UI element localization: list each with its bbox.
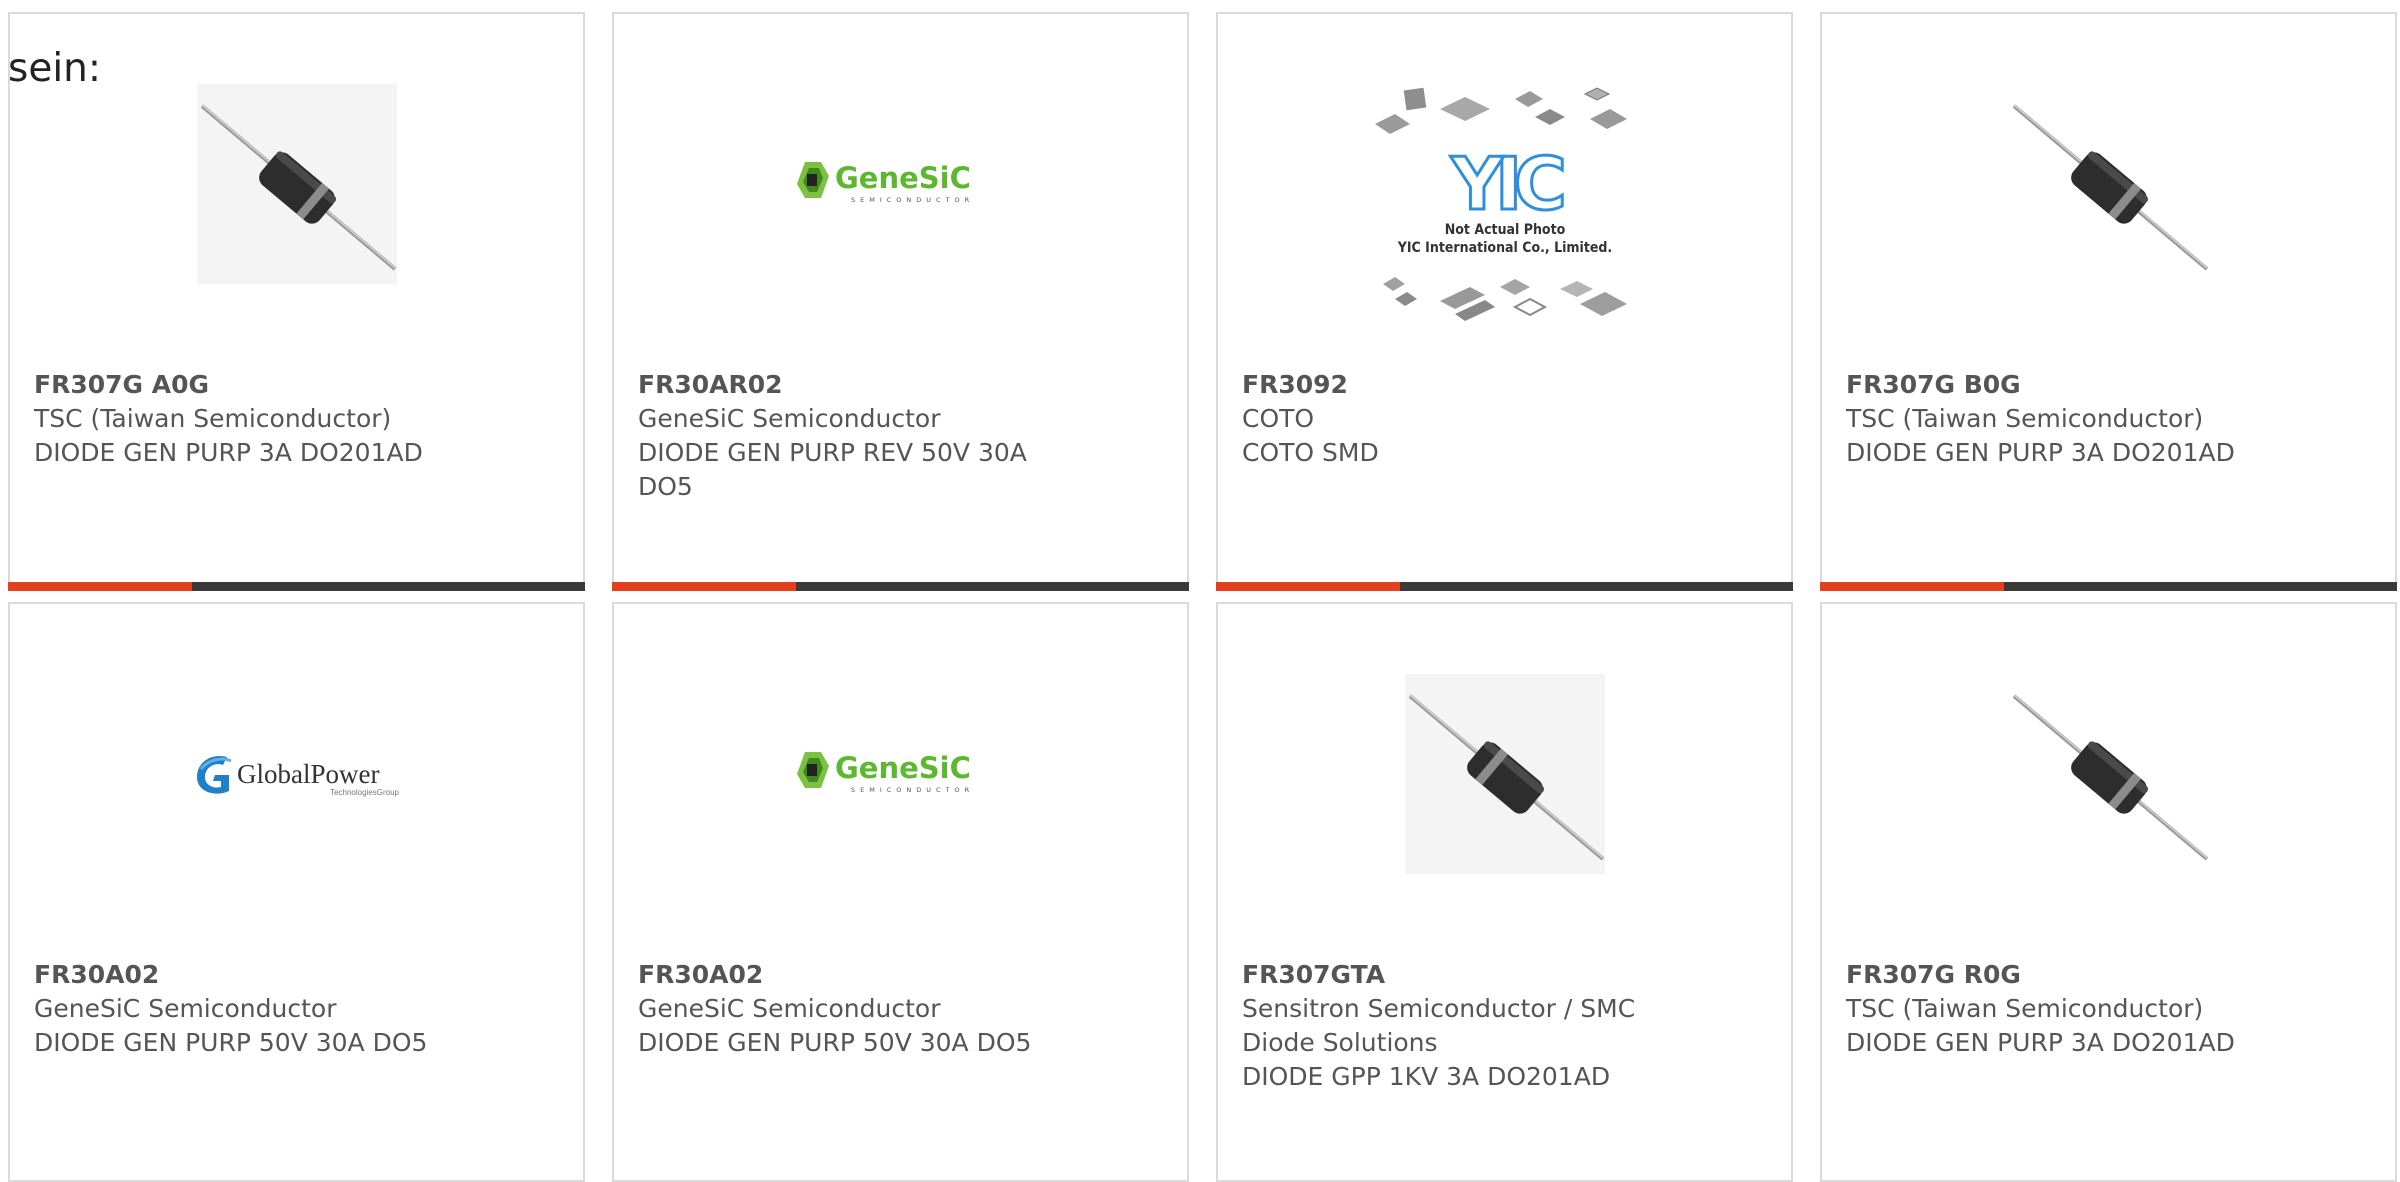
manufacturer: TSC (Taiwan Semiconductor) <box>1846 994 2204 1023</box>
genesic-logo-icon: GeneSiC SEMICONDUCTOR <box>796 751 974 794</box>
manufacturer: GeneSiC Semiconductor <box>638 994 941 1023</box>
card-bottom-bar <box>612 582 1189 591</box>
globalpower-logo-subtext: TechnologiesGroup <box>330 788 399 797</box>
product-info: FR3092 COTO COTO SMD <box>1242 368 1662 470</box>
genesic-logo-text: GeneSiC <box>835 161 971 195</box>
product-info: FR30AR02 GeneSiC Semiconductor DIODE GEN… <box>638 368 1058 504</box>
card-accent-bar <box>1216 582 1400 591</box>
product-info: FR307GTA Sensitron Semiconductor / SMC D… <box>1242 958 1662 1094</box>
axial-diode-icon <box>196 84 397 284</box>
description: COTO SMD <box>1242 438 1379 467</box>
part-number[interactable]: FR307G A0G <box>34 368 454 402</box>
description: DIODE GEN PURP 50V 30A DO5 <box>638 1028 1032 1057</box>
product-grid: FR307G A0G TSC (Taiwan Semiconductor) DI… <box>0 0 2400 1182</box>
card-accent-bar <box>612 582 796 591</box>
part-number[interactable]: FR307G B0G <box>1846 368 2266 402</box>
part-number[interactable]: FR30A02 <box>638 958 1058 992</box>
product-card[interactable]: GlobalPower TechnologiesGroup FR30A02 Ge… <box>8 602 585 1182</box>
product-info: FR307G R0G TSC (Taiwan Semiconductor) DI… <box>1846 958 2266 1060</box>
product-image[interactable]: YIC Not Actual Photo YIC International C… <box>1218 54 1791 354</box>
description: DIODE GPP 1KV 3A DO201AD <box>1242 1062 1611 1091</box>
product-card[interactable]: FR307G B0G TSC (Taiwan Semiconductor) DI… <box>1820 12 2397 591</box>
genesic-logo-subtext: SEMICONDUCTOR <box>851 196 974 204</box>
part-number[interactable]: FR3092 <box>1242 368 1662 402</box>
product-image[interactable] <box>1218 644 1791 904</box>
card-accent-bar <box>1820 582 2004 591</box>
axial-diode-icon <box>2008 84 2209 284</box>
product-image[interactable] <box>1822 54 2395 314</box>
globalpower-logo-text: GlobalPower <box>237 759 379 789</box>
card-bottom-bar <box>8 582 585 591</box>
product-image[interactable]: GeneSiC SEMICONDUCTOR <box>614 54 1187 314</box>
product-card[interactable]: GeneSiC SEMICONDUCTOR FR30AR02 GeneSiC S… <box>612 12 1189 591</box>
genesic-logo-subtext: SEMICONDUCTOR <box>851 786 974 794</box>
part-number[interactable]: FR30A02 <box>34 958 454 992</box>
description: DIODE GEN PURP 50V 30A DO5 <box>34 1028 428 1057</box>
description: DIODE GEN PURP 3A DO201AD <box>34 438 423 467</box>
product-image[interactable]: GlobalPower TechnologiesGroup <box>10 644 583 904</box>
card-bottom-bar <box>1216 582 1793 591</box>
product-info: FR30A02 GeneSiC Semiconductor DIODE GEN … <box>638 958 1058 1060</box>
description: DIODE GEN PURP 3A DO201AD <box>1846 1028 2235 1057</box>
photo-note-line-1: Not Actual Photo <box>1444 222 1565 238</box>
globalpower-logo-icon: GlobalPower TechnologiesGroup <box>196 755 399 797</box>
yic-logo-text: YIC <box>1450 142 1563 226</box>
description: DIODE GEN PURP REV 50V 30A DO5 <box>638 438 1027 501</box>
stray-text-label: sein: <box>8 46 102 91</box>
manufacturer: GeneSiC Semiconductor <box>34 994 337 1023</box>
product-info: FR307G B0G TSC (Taiwan Semiconductor) DI… <box>1846 368 2266 470</box>
manufacturer: Sensitron Semiconductor / SMC Diode Solu… <box>1242 994 1636 1057</box>
product-info: FR307G A0G TSC (Taiwan Semiconductor) DI… <box>34 368 454 470</box>
genesic-logo-icon: GeneSiC SEMICONDUCTOR <box>796 161 974 204</box>
manufacturer: TSC (Taiwan Semiconductor) <box>1846 404 2204 433</box>
product-image[interactable] <box>1822 644 2395 904</box>
product-card[interactable]: FR307G A0G TSC (Taiwan Semiconductor) DI… <box>8 12 585 591</box>
manufacturer: TSC (Taiwan Semiconductor) <box>34 404 392 433</box>
product-card[interactable]: GeneSiC SEMICONDUCTOR FR30A02 GeneSiC Se… <box>612 602 1189 1182</box>
genesic-logo-text: GeneSiC <box>835 751 971 785</box>
photo-note-line-2: YIC International Co., Limited. <box>1396 240 1611 256</box>
part-number[interactable]: FR307G R0G <box>1846 958 2266 992</box>
axial-diode-icon <box>2008 674 2209 874</box>
part-number[interactable]: FR307GTA <box>1242 958 1662 992</box>
product-card[interactable]: FR307GTA Sensitron Semiconductor / SMC D… <box>1216 602 1793 1182</box>
description: DIODE GEN PURP 3A DO201AD <box>1846 438 2235 467</box>
card-accent-bar <box>8 582 192 591</box>
yic-placeholder-icon: YIC Not Actual Photo YIC International C… <box>1374 87 1627 321</box>
part-number[interactable]: FR30AR02 <box>638 368 1058 402</box>
manufacturer: GeneSiC Semiconductor <box>638 404 941 433</box>
product-image[interactable]: GeneSiC SEMICONDUCTOR <box>614 644 1187 904</box>
card-bottom-bar <box>1820 582 2397 591</box>
product-card[interactable]: YIC Not Actual Photo YIC International C… <box>1216 12 1793 591</box>
manufacturer: COTO <box>1242 404 1315 433</box>
axial-diode-icon <box>1404 674 1605 874</box>
product-info: FR30A02 GeneSiC Semiconductor DIODE GEN … <box>34 958 454 1060</box>
product-card[interactable]: FR307G R0G TSC (Taiwan Semiconductor) DI… <box>1820 602 2397 1182</box>
